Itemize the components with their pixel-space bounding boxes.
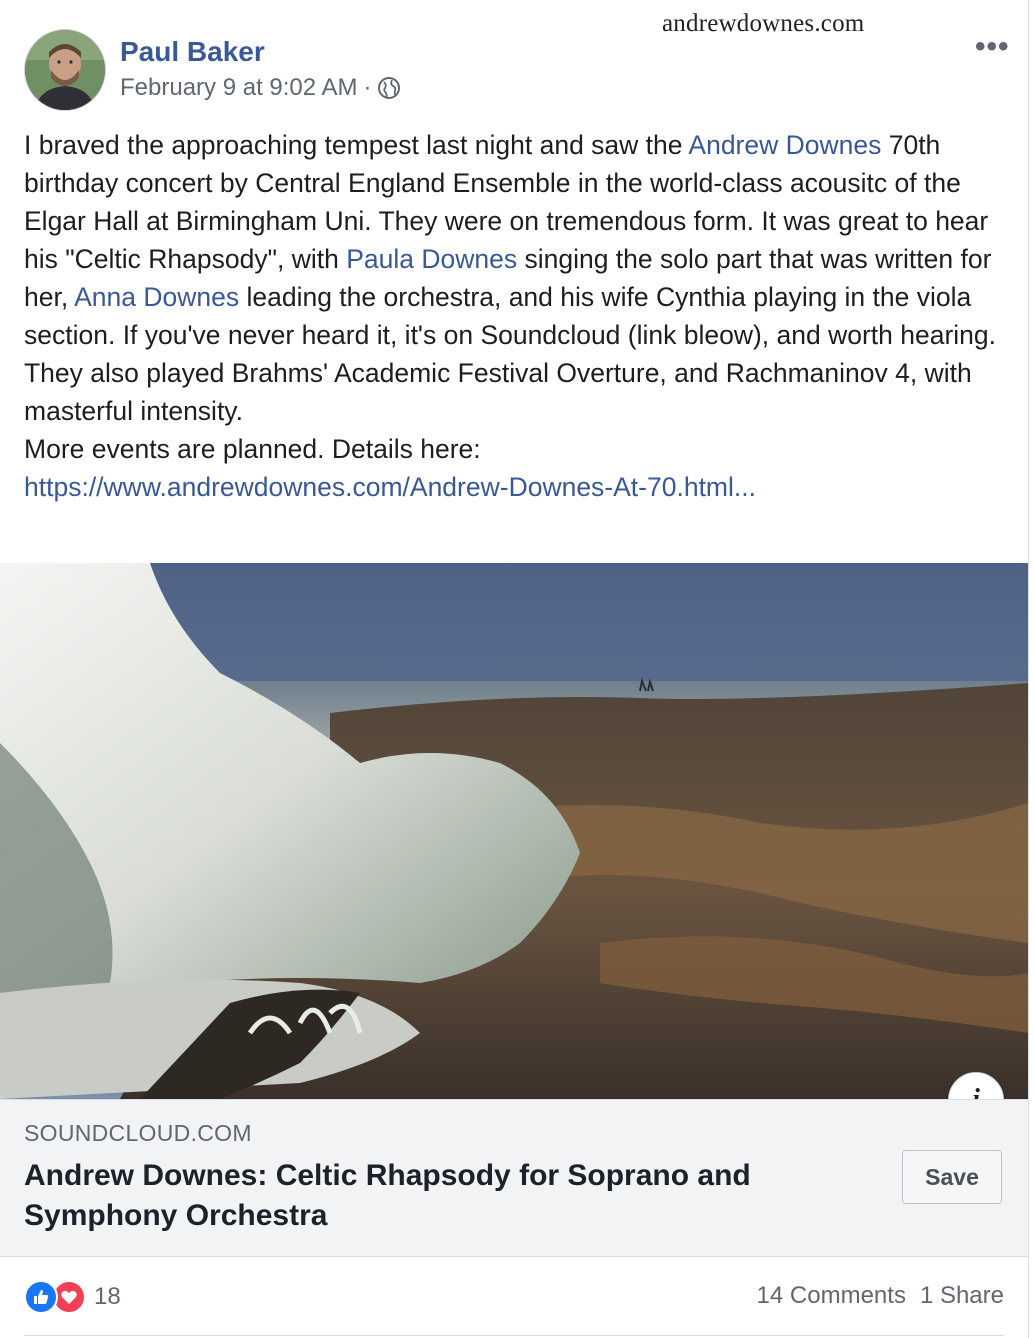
link-title[interactable]: Andrew Downes: Celtic Rhapsody for Sopra… — [24, 1156, 854, 1236]
post-paragraph-2: They also played Brahms' Academic Festiv… — [24, 358, 972, 426]
link-domain: SOUNDCLOUD.COM — [24, 1120, 252, 1146]
link-preview[interactable]: SOUNDCLOUD.COM Andrew Downes: Celtic Rha… — [0, 1099, 1028, 1257]
post-paragraph-3: More events are planned. Details here: — [24, 434, 481, 464]
reaction-summary[interactable]: 18 — [24, 1280, 121, 1314]
comments-count-link[interactable]: 14 Comments — [757, 1282, 906, 1310]
avatar[interactable] — [24, 29, 106, 111]
post-footer: 18 14 Comments 1 Share — [0, 1256, 1028, 1338]
author-name[interactable]: Paul Baker — [120, 36, 265, 68]
meta-separator: · — [363, 74, 372, 101]
post-body: I braved the approaching tempest last ni… — [24, 126, 1009, 506]
mention-anna-downes[interactable]: Anna Downes — [74, 282, 239, 312]
like-reaction-icon — [24, 1280, 58, 1314]
globe-icon[interactable] — [377, 76, 401, 100]
post-paragraph-1: I braved the approaching tempest last ni… — [24, 126, 1009, 354]
shares-count-link[interactable]: 1 Share — [920, 1282, 1004, 1310]
post-stats: 14 Comments 1 Share — [757, 1282, 1004, 1310]
mention-andrew-downes[interactable]: Andrew Downes — [688, 130, 881, 160]
post-card: andrewdownes.com Paul Baker February 9 a… — [0, 0, 1029, 1338]
more-options-icon[interactable]: ••• — [975, 30, 1010, 64]
post-meta: February 9 at 9:02 AM · — [120, 74, 401, 102]
footer-divider — [24, 1335, 1004, 1336]
mention-paula-downes[interactable]: Paula Downes — [346, 244, 517, 274]
save-button[interactable]: Save — [902, 1150, 1002, 1204]
link-preview-image[interactable] — [0, 563, 1028, 1099]
post-text-segment: I braved the approaching tempest last ni… — [24, 130, 689, 160]
reaction-count: 18 — [94, 1283, 121, 1310]
watermark: andrewdownes.com — [662, 10, 865, 37]
post-url-link[interactable]: https://www.andrewdownes.com/Andrew-Down… — [24, 472, 756, 502]
post-timestamp[interactable]: February 9 at 9:02 AM — [120, 74, 357, 102]
